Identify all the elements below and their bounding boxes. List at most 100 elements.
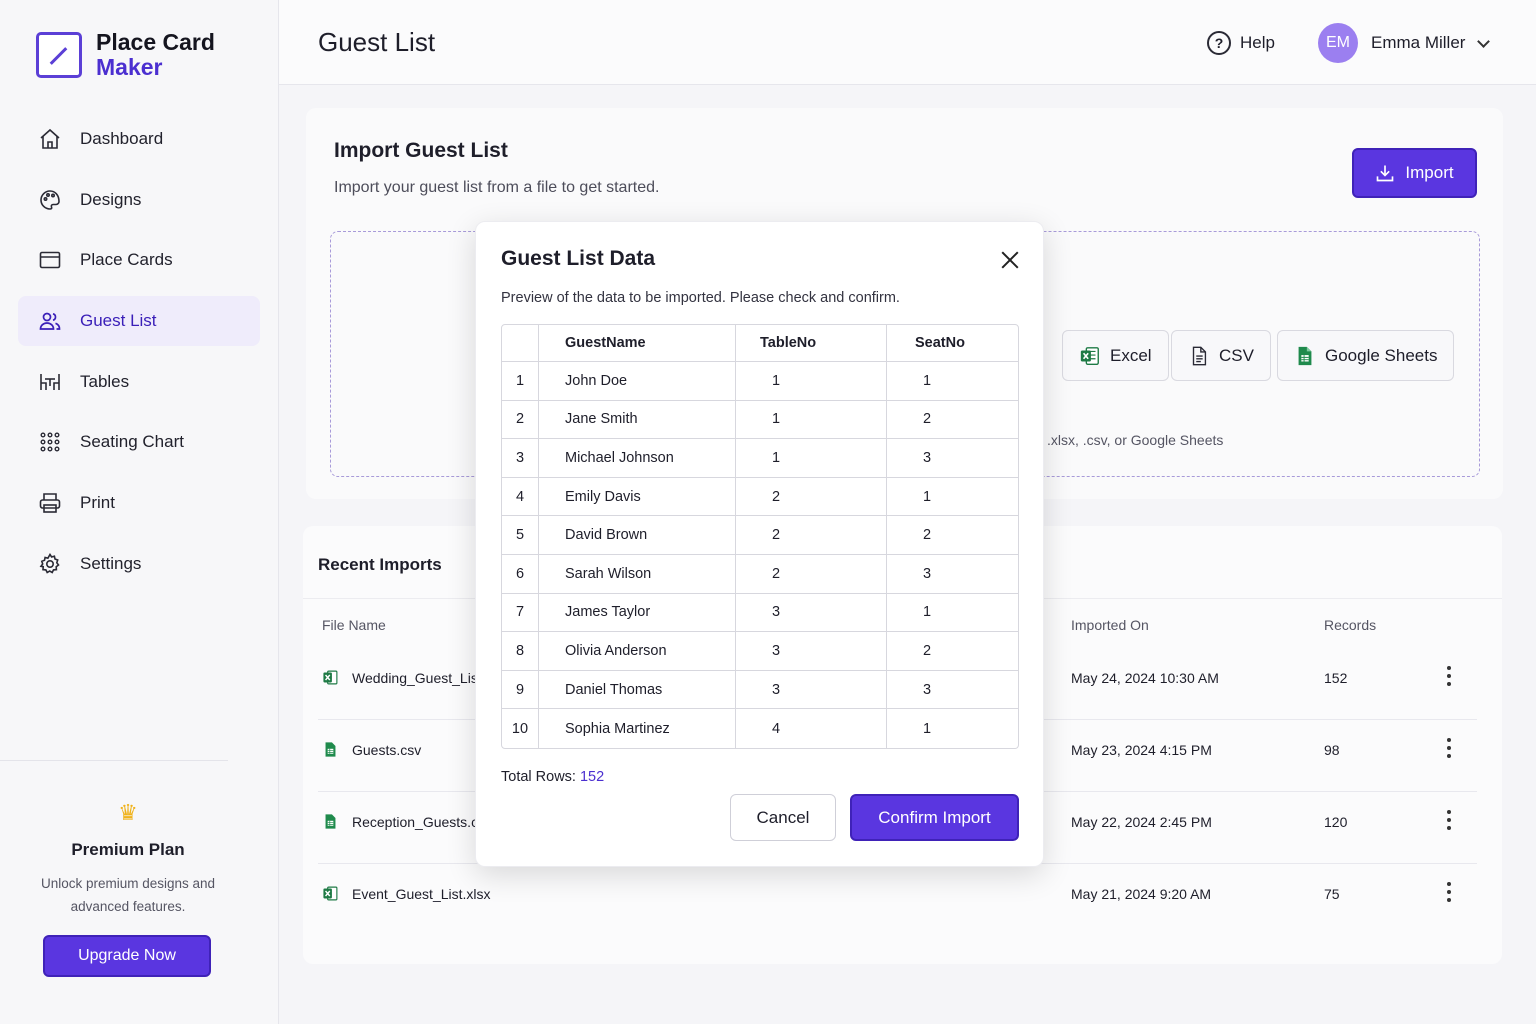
logo-icon [36,32,82,78]
file-name: Wedding_Guest_Lis [352,669,478,686]
table-row: 8 Olivia Anderson 3 2 [502,632,1018,671]
sidebar-item-tables[interactable]: Tables [18,357,260,407]
sidebar-item-guest-list[interactable]: Guest List [18,296,260,347]
cell-table-no: 4 [736,709,887,748]
total-rows: Total Rows: 152 [501,769,604,785]
column-header-file-name[interactable]: File Name [322,617,386,633]
cell-row-number: 8 [502,632,539,670]
help-button[interactable]: ? Help [1207,31,1275,55]
record-count: 98 [1324,742,1340,758]
table-row: 6 Sarah Wilson 2 3 [502,554,1018,594]
cell-guest-name: Michael Johnson [539,439,736,477]
app-name-line2: Maker [96,54,163,80]
sidebar-item-label: Seating Chart [80,432,184,452]
sidebar-item-print[interactable]: Print [18,478,260,528]
more-options-icon[interactable] [1442,736,1456,760]
record-count: 75 [1324,886,1340,902]
app-logo[interactable]: Place Card Maker [36,30,215,80]
cell-seat-no: 1 [923,604,932,621]
table-row: 5 David Brown 2 2 [502,516,1018,555]
premium-title: Premium Plan [71,840,185,859]
column-header-records[interactable]: Records [1324,617,1376,633]
column-header-imported-on[interactable]: Imported On [1071,617,1149,633]
record-count: 152 [1324,670,1348,686]
supported-formats-hint: .xlsx, .csv, or Google Sheets [1047,432,1224,448]
sidebar-item-label: Designs [80,189,142,209]
user-menu[interactable]: EM Emma Miller [1318,23,1491,63]
download-icon [1375,163,1395,183]
cell-row-number: 3 [502,439,539,477]
file-name: Guests.csv [352,741,422,758]
column-header-seatno: SeatNo [915,335,965,351]
cell-row-number: 5 [502,516,539,554]
cell-row-number: 9 [502,670,539,709]
sheet-file-icon [322,813,339,830]
cancel-button[interactable]: Cancel [730,794,836,841]
more-options-icon[interactable] [1442,880,1456,904]
cell-guest-name: Sarah Wilson [539,554,736,593]
table-row: 2 Jane Smith 1 2 [502,400,1018,440]
google-sheets-icon [1294,345,1316,367]
cell-guest-name: Jane Smith [539,400,736,439]
excel-format-button[interactable]: Excel [1062,330,1169,381]
cell-seat-no: 3 [923,449,932,466]
avatar: EM [1318,23,1358,63]
total-rows-label: Total Rows: [501,769,576,785]
sidebar-item-place-cards[interactable]: Place Cards [18,235,260,285]
sidebar-item-settings[interactable]: Settings [18,539,260,589]
cell-table-no: 2 [736,516,887,554]
import-button[interactable]: Import [1352,148,1477,198]
cell-seat-no: 1 [923,720,932,737]
row-number-header [502,325,539,361]
cell-table-no: 1 [736,400,887,439]
sidebar-item-label: Settings [80,553,142,573]
sidebar-item-designs[interactable]: Designs [18,175,260,225]
more-options-icon[interactable] [1442,664,1456,688]
table-chairs-icon [38,370,62,394]
cell-row-number: 6 [502,554,539,593]
column-header-tableno: TableNo [736,325,887,361]
cell-guest-name: Olivia Anderson [539,632,736,670]
table-row: 7 James Taylor 3 1 [502,593,1018,633]
table-row: 4 Emily Davis 2 1 [502,477,1018,517]
cell-guest-name: James Taylor [539,593,736,632]
import-card-title: Import Guest List [334,139,508,162]
cell-row-number: 1 [502,362,539,400]
import-button-label: Import [1405,163,1454,182]
cell-seat-no: 2 [923,642,932,659]
cell-seat-no: 3 [923,565,932,582]
imported-on: May 24, 2024 10:30 AM [1071,670,1219,686]
total-rows-value: 152 [579,769,605,785]
premium-description: Unlock premium designs and advanced feat… [40,876,216,914]
excel-file-icon [322,885,339,902]
imported-on: May 21, 2024 9:20 AM [1071,886,1212,902]
csv-format-button[interactable]: CSV [1171,330,1271,381]
import-card-subtitle: Import your guest list from a file to ge… [334,179,660,196]
cell-guest-name: Daniel Thomas [539,670,736,709]
google-sheets-format-button[interactable]: Google Sheets [1277,330,1455,381]
column-header-guestname: GuestName [539,325,736,361]
excel-icon [1079,345,1101,367]
confirm-import-button[interactable]: Confirm Import [850,794,1019,841]
crown-icon: ♛ [118,800,138,825]
table-row[interactable]: Event_Guest_List.xlsx May 21, 2024 9:20 … [318,864,1477,936]
format-label: Google Sheets [1325,345,1438,365]
sidebar-item-seating-chart[interactable]: Seating Chart [18,417,260,467]
table-row: 9 Daniel Thomas 3 3 [502,670,1018,710]
cell-table-no: 2 [736,554,887,593]
modal-title: Guest List Data [501,247,656,270]
cell-table-no: 3 [736,632,887,670]
imported-on: May 23, 2024 4:15 PM [1071,742,1212,758]
gear-icon [38,552,62,576]
more-options-icon[interactable] [1442,808,1456,832]
cell-row-number: 4 [502,477,539,516]
record-count: 120 [1324,814,1348,830]
sidebar-item-dashboard[interactable]: Dashboard [18,114,260,164]
sheet-file-icon [322,741,339,758]
upgrade-now-button[interactable]: Upgrade Now [43,935,211,977]
table-row: 10 Sophia Martinez 4 1 [502,709,1018,748]
format-label: Excel [1110,345,1152,365]
app-name-line1: Place Card [96,29,215,55]
close-icon[interactable] [1000,250,1020,270]
cell-seat-no: 2 [923,527,932,544]
